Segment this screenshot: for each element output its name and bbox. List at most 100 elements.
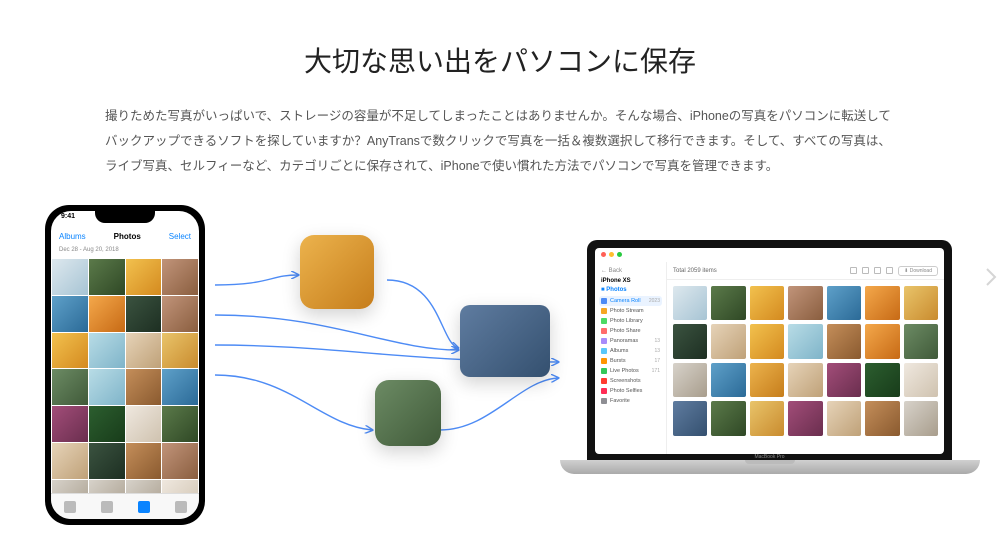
photo-thumbnail[interactable] — [711, 286, 745, 320]
photo-thumbnail[interactable] — [904, 401, 938, 435]
sidebar-item[interactable]: Bursts 17 — [599, 356, 662, 366]
photo-thumbnail[interactable] — [711, 401, 745, 435]
tab-albums-icon[interactable] — [138, 501, 150, 513]
photo-thumbnail[interactable] — [827, 401, 861, 435]
photo-thumbnail[interactable] — [788, 363, 822, 397]
photo-thumbnail[interactable] — [52, 443, 88, 479]
photo-thumbnail[interactable] — [89, 406, 125, 442]
sidebar-device: iPhone XS — [601, 278, 662, 284]
sidebar-item[interactable]: Photo Library — [599, 316, 662, 326]
photo-thumbnail[interactable] — [52, 369, 88, 405]
photo-thumbnail[interactable] — [89, 369, 125, 405]
sidebar-item[interactable]: Photo Stream — [599, 306, 662, 316]
select-button[interactable]: Select — [169, 232, 191, 241]
photo-thumbnail[interactable] — [162, 296, 198, 332]
float-photo-3 — [375, 380, 441, 446]
carousel-next-button[interactable] — [984, 263, 998, 291]
photo-thumbnail[interactable] — [788, 401, 822, 435]
photo-thumbnail[interactable] — [126, 296, 162, 332]
sidebar-section: ■ Photos — [601, 287, 662, 293]
photo-thumbnail[interactable] — [865, 286, 899, 320]
photo-thumbnail[interactable] — [788, 324, 822, 358]
sidebar-item[interactable]: Albums13 — [599, 346, 662, 356]
sidebar-item-label: Panoramas — [610, 338, 638, 344]
photo-thumbnail[interactable] — [750, 324, 784, 358]
sidebar-item[interactable]: Panoramas13 — [599, 336, 662, 346]
photo-thumbnail[interactable] — [52, 406, 88, 442]
photo-thumbnail[interactable] — [89, 333, 125, 369]
photo-thumbnail[interactable] — [788, 286, 822, 320]
close-icon[interactable] — [601, 252, 606, 257]
photo-thumbnail[interactable] — [673, 363, 707, 397]
tab-foryou-icon[interactable] — [101, 501, 113, 513]
photo-thumbnail[interactable] — [904, 286, 938, 320]
tool-delete-icon[interactable] — [874, 267, 881, 274]
page-description: 撮りためた写真がいっぱいで、ストレージの容量が不足してしまったことはありませんか… — [105, 104, 895, 179]
photo-thumbnail[interactable] — [52, 259, 88, 295]
sidebar-item-label: Photo Share — [610, 328, 641, 334]
photo-thumbnail[interactable] — [162, 259, 198, 295]
photo-thumbnail[interactable] — [162, 406, 198, 442]
photo-thumbnail[interactable] — [52, 480, 88, 494]
download-button[interactable]: ⬇ Download — [898, 266, 938, 276]
tab-library-icon[interactable] — [64, 501, 76, 513]
category-icon — [601, 388, 607, 394]
photo-thumbnail[interactable] — [126, 443, 162, 479]
sidebar-back[interactable]: ← Back — [601, 268, 662, 274]
photos-grid[interactable] — [51, 259, 199, 493]
sidebar-item[interactable]: Live Photos171 — [599, 366, 662, 376]
photo-thumbnail[interactable] — [126, 369, 162, 405]
sidebar-item-count: 17 — [654, 358, 660, 364]
photo-thumbnail[interactable] — [827, 324, 861, 358]
photo-thumbnail[interactable] — [827, 286, 861, 320]
photo-thumbnail[interactable] — [673, 324, 707, 358]
photo-thumbnail[interactable] — [827, 363, 861, 397]
photo-thumbnail[interactable] — [865, 401, 899, 435]
photo-thumbnail[interactable] — [904, 363, 938, 397]
photo-thumbnail[interactable] — [126, 480, 162, 494]
tool-export-icon[interactable] — [886, 267, 893, 274]
photo-thumbnail[interactable] — [750, 363, 784, 397]
photo-thumbnail[interactable] — [162, 480, 198, 494]
sidebar-item[interactable]: Photo Selfies — [599, 386, 662, 396]
page-title: 大切な思い出をパソコンに保存 — [0, 40, 1000, 80]
photo-thumbnail[interactable] — [673, 401, 707, 435]
sidebar-item-label: Bursts — [610, 358, 626, 364]
photo-thumbnail[interactable] — [89, 480, 125, 494]
minimize-icon[interactable] — [609, 252, 614, 257]
photo-thumbnail[interactable] — [89, 443, 125, 479]
photo-thumbnail[interactable] — [750, 286, 784, 320]
sidebar-item[interactable]: Photo Share — [599, 326, 662, 336]
photo-thumbnail[interactable] — [52, 296, 88, 332]
tool-refresh-icon[interactable] — [850, 267, 857, 274]
photo-thumbnail[interactable] — [904, 324, 938, 358]
photo-thumbnail[interactable] — [865, 363, 899, 397]
photo-thumbnail[interactable] — [162, 369, 198, 405]
tool-add-icon[interactable] — [862, 267, 869, 274]
sidebar-item-label: Albums — [610, 348, 628, 354]
sidebar-item-label: Screenshots — [610, 378, 641, 384]
back-button[interactable]: Albums — [59, 232, 86, 241]
photo-thumbnail[interactable] — [673, 286, 707, 320]
photo-thumbnail[interactable] — [162, 333, 198, 369]
photo-thumbnail[interactable] — [750, 401, 784, 435]
photo-thumbnail[interactable] — [711, 363, 745, 397]
photo-thumbnail[interactable] — [711, 324, 745, 358]
photo-thumbnail[interactable] — [89, 296, 125, 332]
photo-thumbnail[interactable] — [126, 406, 162, 442]
app-photos-grid[interactable] — [667, 280, 944, 442]
tab-search-icon[interactable] — [175, 501, 187, 513]
window-controls[interactable] — [601, 252, 622, 257]
photo-thumbnail[interactable] — [162, 443, 198, 479]
category-icon — [601, 358, 607, 364]
sidebar-item[interactable]: Favorite — [599, 396, 662, 406]
sidebar-item[interactable]: Screenshots — [599, 376, 662, 386]
photo-thumbnail[interactable] — [126, 259, 162, 295]
photo-thumbnail[interactable] — [126, 333, 162, 369]
photo-thumbnail[interactable] — [52, 333, 88, 369]
sidebar-item[interactable]: Camera Roll2023 — [599, 296, 662, 306]
photo-thumbnail[interactable] — [89, 259, 125, 295]
photo-thumbnail[interactable] — [865, 324, 899, 358]
float-photo-2 — [460, 305, 550, 377]
maximize-icon[interactable] — [617, 252, 622, 257]
